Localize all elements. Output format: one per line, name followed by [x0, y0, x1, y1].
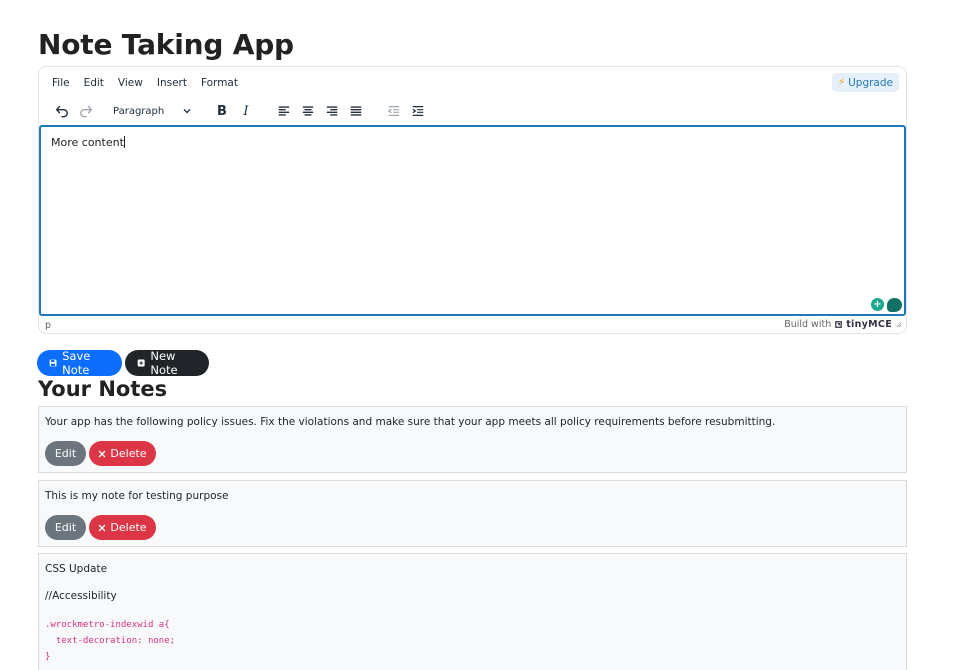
undo-icon: [56, 105, 68, 118]
close-icon: [98, 450, 106, 457]
note-card: CSS Update //Accessibility .wrockmetro-i…: [38, 553, 907, 670]
delete-note-button[interactable]: Delete: [89, 441, 156, 466]
resize-handle-icon[interactable]: [895, 321, 902, 328]
note-code-block: .wrockmetro-indexwid a{ text-decoration:…: [45, 620, 176, 662]
italic-icon: I: [243, 103, 249, 119]
edit-note-button[interactable]: Edit: [45, 515, 86, 540]
delete-note-button[interactable]: Delete: [89, 515, 156, 540]
upgrade-button[interactable]: ⚡ Upgrade: [832, 73, 899, 92]
upgrade-label: Upgrade: [848, 76, 893, 89]
element-path[interactable]: p: [45, 320, 51, 331]
delete-label: Delete: [110, 521, 147, 534]
note-text: Your app has the following policy issues…: [45, 416, 776, 428]
editor-corner-icons: +: [871, 298, 902, 312]
menu-insert[interactable]: Insert: [157, 77, 187, 91]
save-icon: [49, 359, 57, 367]
ai-assistant-icon[interactable]: +: [871, 298, 884, 311]
editor-toolbar: Paragraph B I: [50, 100, 430, 122]
menu-view[interactable]: View: [118, 77, 143, 91]
align-justify-icon: [350, 106, 362, 116]
align-right-icon: [326, 106, 338, 116]
note-text: This is my note for testing purpose: [45, 490, 229, 502]
outdent-icon: [387, 106, 400, 116]
editor-branding[interactable]: Build with tinyMCE: [784, 319, 902, 330]
editor-content-area[interactable]: More content +: [39, 125, 906, 316]
edit-note-button[interactable]: Edit: [45, 441, 86, 466]
align-left-icon: [278, 106, 290, 116]
menu-edit[interactable]: Edit: [84, 77, 104, 91]
note-subheading: //Accessibility: [45, 590, 117, 602]
redo-icon: [80, 105, 92, 118]
tinymce-logo-icon: [835, 321, 843, 328]
menu-file[interactable]: File: [52, 77, 70, 91]
plus-square-icon: [137, 359, 145, 367]
indent-button[interactable]: [406, 100, 430, 122]
notes-section-title: Your Notes: [38, 377, 168, 401]
chat-bubble-icon[interactable]: [887, 298, 902, 312]
align-left-button[interactable]: [272, 100, 296, 122]
branding-prefix: Build with: [784, 319, 832, 330]
align-justify-button[interactable]: [344, 100, 368, 122]
close-icon: [98, 524, 106, 531]
bold-button[interactable]: B: [210, 100, 234, 122]
branding-name: tinyMCE: [846, 319, 892, 330]
menu-format[interactable]: Format: [201, 77, 238, 91]
new-note-button[interactable]: New Note: [125, 349, 209, 377]
block-format-select[interactable]: Paragraph: [108, 100, 196, 122]
block-format-value: Paragraph: [113, 105, 165, 117]
editor-content-text: More content: [51, 136, 124, 149]
undo-button[interactable]: [50, 100, 74, 122]
align-center-icon: [302, 106, 314, 116]
rich-text-editor: File Edit View Insert Format ⚡ Upgrade P…: [38, 66, 907, 334]
new-note-label: New Note: [150, 349, 178, 377]
italic-button[interactable]: I: [234, 100, 258, 122]
text-caret: [123, 136, 125, 148]
align-center-button[interactable]: [296, 100, 320, 122]
indent-icon: [412, 106, 424, 116]
bold-icon: B: [217, 103, 227, 119]
lightning-icon: ⚡: [838, 77, 846, 88]
save-note-label: Save Note: [62, 349, 91, 377]
note-card: Your app has the following policy issues…: [38, 406, 907, 473]
chevron-down-icon: [183, 109, 191, 114]
note-heading: CSS Update: [45, 563, 108, 575]
note-card: This is my note for testing purpose Edit…: [38, 480, 907, 547]
save-note-button[interactable]: Save Note: [37, 349, 122, 377]
align-right-button[interactable]: [320, 100, 344, 122]
page-title: Note Taking App: [38, 28, 294, 61]
redo-button[interactable]: [74, 100, 98, 122]
outdent-button[interactable]: [382, 100, 406, 122]
delete-label: Delete: [110, 447, 147, 460]
editor-menubar: File Edit View Insert Format: [52, 77, 252, 91]
editor-statusbar: p Build with tinyMCE: [39, 317, 906, 333]
